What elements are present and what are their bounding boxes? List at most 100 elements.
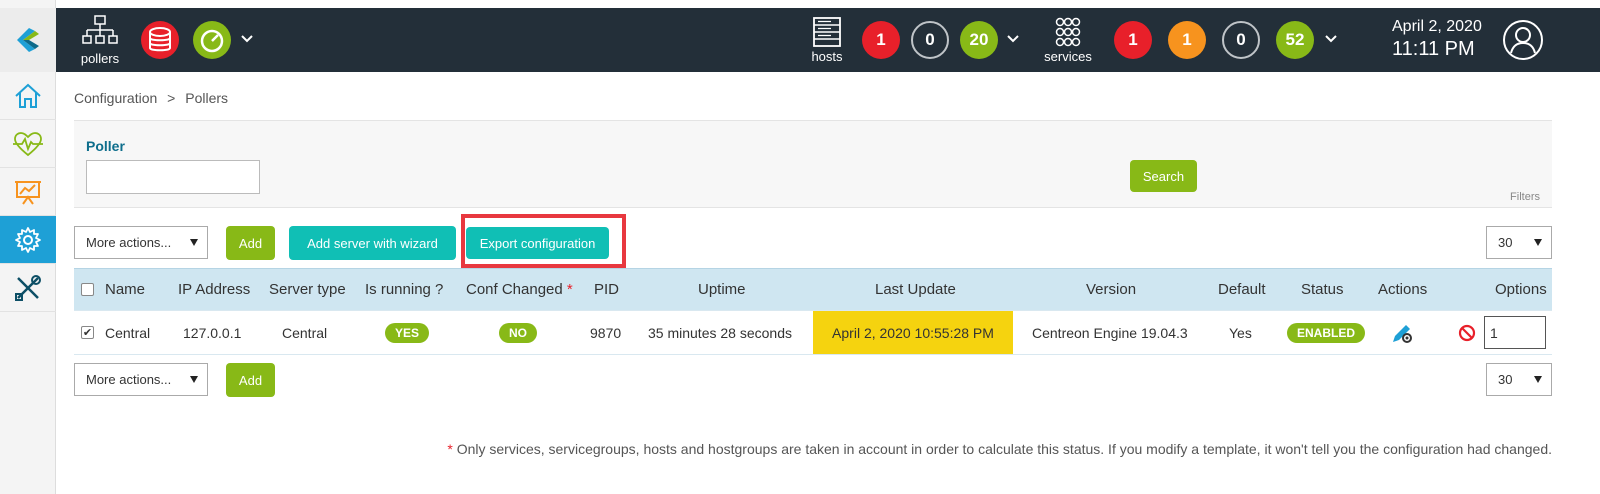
- hosts-chevron-down-icon[interactable]: [1006, 32, 1020, 46]
- hosts-unreachable-count[interactable]: 0: [911, 21, 949, 59]
- hosts-menu[interactable]: hosts: [807, 16, 847, 64]
- pollers-label: pollers: [80, 51, 120, 66]
- table-row[interactable]: ✔ Central 127.0.0.1 Central YES NO 9870 …: [74, 310, 1552, 355]
- breadcrumb-pollers[interactable]: Pollers: [185, 90, 228, 106]
- latency-status-icon[interactable]: [192, 20, 232, 65]
- gear-icon: [15, 226, 41, 253]
- duplicate-count-input[interactable]: 1: [1484, 316, 1546, 349]
- centreon-logo-icon: [17, 28, 39, 52]
- row-ip: 127.0.0.1: [183, 324, 242, 341]
- services-menu[interactable]: services: [1042, 16, 1094, 64]
- home-icon: [15, 83, 41, 108]
- header-uptime[interactable]: Uptime: [698, 269, 746, 310]
- header-pid[interactable]: PID: [594, 269, 619, 310]
- header-conf-changed[interactable]: Conf Changed *: [466, 269, 573, 310]
- header-is-running[interactable]: Is running ?: [365, 269, 443, 310]
- header-default[interactable]: Default: [1218, 269, 1266, 310]
- sidebar-item-monitoring[interactable]: [0, 120, 56, 168]
- pollers-table: Name IP Address Server type Is running ?…: [74, 268, 1552, 355]
- hosts-up-count[interactable]: 20: [960, 21, 998, 59]
- edit-poller-action[interactable]: [1390, 311, 1414, 354]
- add-server-wizard-button[interactable]: Add server with wizard: [289, 226, 456, 260]
- footnote-star: *: [447, 441, 453, 457]
- heartbeat-icon: [13, 131, 43, 156]
- services-label: services: [1044, 49, 1092, 64]
- breadcrumb-separator: >: [167, 90, 176, 106]
- row-default: Yes: [1229, 324, 1252, 341]
- row-options[interactable]: 1: [1484, 311, 1546, 354]
- conf-changed-badge: NO: [499, 322, 537, 343]
- footnote-text: Only services, servicegroups, hosts and …: [456, 441, 1552, 457]
- header-status[interactable]: Status: [1301, 269, 1344, 310]
- database-status-icon[interactable]: [140, 20, 180, 65]
- header-actions: Actions: [1378, 281, 1428, 298]
- header-options: Options: [1495, 281, 1547, 298]
- breadcrumb: Configuration > Pollers: [74, 90, 228, 106]
- sidebar-item-home[interactable]: [0, 72, 56, 120]
- row-status: ENABLED: [1287, 311, 1366, 354]
- table-header: Name IP Address Server type Is running ?…: [74, 268, 1552, 310]
- services-unknown-count[interactable]: 0: [1222, 21, 1260, 59]
- add-button-bottom[interactable]: Add: [226, 363, 275, 397]
- export-highlight-box: [461, 214, 626, 268]
- network-tree-icon: [82, 15, 118, 44]
- more-actions-select-bottom[interactable]: More actions...: [74, 363, 208, 396]
- row-uptime: 35 minutes 28 seconds: [648, 324, 792, 341]
- user-profile-button[interactable]: [1502, 19, 1544, 66]
- sidebar-item-administration[interactable]: [0, 264, 56, 312]
- services-warning-count[interactable]: 1: [1168, 21, 1206, 59]
- server-icon: [813, 17, 841, 47]
- disable-icon: [1458, 324, 1476, 341]
- dropdown-arrow-icon: [1534, 239, 1542, 246]
- poller-filter-label: Poller: [86, 138, 125, 154]
- disable-poller-action[interactable]: [1458, 311, 1476, 354]
- tools-icon: [15, 274, 41, 301]
- dropdown-arrow-icon: [190, 376, 198, 383]
- header-last-update[interactable]: Last Update: [875, 269, 956, 310]
- page-size-select-bottom[interactable]: 30: [1486, 363, 1552, 396]
- row-checkbox[interactable]: ✔: [81, 311, 94, 354]
- sidebar-item-reporting[interactable]: [0, 168, 56, 216]
- current-date: April 2, 2020: [1392, 18, 1482, 35]
- header-version[interactable]: Version: [1086, 269, 1136, 310]
- status-badge: ENABLED: [1287, 322, 1366, 343]
- hosts-down-count[interactable]: 1: [862, 21, 900, 59]
- dropdown-arrow-icon: [190, 239, 198, 246]
- row-server-type: Central: [282, 324, 328, 341]
- header-conf-changed-label: Conf Changed: [466, 281, 563, 298]
- add-button-top[interactable]: Add: [226, 226, 275, 260]
- page-size-value: 30: [1498, 235, 1513, 250]
- filters-toggle[interactable]: Filters: [1510, 191, 1540, 203]
- header-ip-address[interactable]: IP Address: [178, 269, 250, 310]
- left-sidebar: [0, 0, 56, 494]
- more-actions-label: More actions...: [86, 372, 172, 387]
- poller-search-input[interactable]: [86, 160, 260, 194]
- page-size-select-top[interactable]: 30: [1486, 226, 1552, 259]
- filter-panel: Poller Search Filters: [74, 120, 1552, 208]
- header-name[interactable]: Name: [105, 269, 145, 310]
- row-version: Centreon Engine 19.04.3: [1032, 324, 1188, 341]
- running-badge: YES: [385, 322, 430, 343]
- services-ok-count[interactable]: 52: [1276, 21, 1314, 59]
- centreon-logo[interactable]: [0, 8, 56, 72]
- more-actions-select-top[interactable]: More actions...: [74, 226, 208, 259]
- more-actions-label: More actions...: [86, 235, 172, 250]
- clock: April 2, 2020 11:11 PM: [1392, 18, 1482, 61]
- row-pid: 9870: [590, 324, 622, 341]
- current-time: 11:11 PM: [1392, 38, 1475, 60]
- select-all-checkbox[interactable]: [81, 269, 94, 310]
- top-bar: pollers hosts 1 0 20 services 1 1 0 52 A…: [56, 8, 1600, 72]
- breadcrumb-configuration[interactable]: Configuration: [74, 90, 157, 106]
- pollers-chevron-down-icon[interactable]: [240, 32, 254, 46]
- search-button[interactable]: Search: [1130, 160, 1197, 192]
- pollers-menu[interactable]: pollers: [78, 14, 122, 66]
- services-chevron-down-icon[interactable]: [1324, 32, 1338, 46]
- header-server-type[interactable]: Server type: [269, 269, 346, 310]
- page-size-value: 30: [1498, 372, 1513, 387]
- services-critical-count[interactable]: 1: [1114, 21, 1152, 59]
- row-last-update: April 2, 2020 10:55:28 PM: [813, 311, 1013, 354]
- user-avatar-icon: [1503, 20, 1543, 60]
- sidebar-item-configuration[interactable]: [0, 216, 56, 264]
- dropdown-arrow-icon: [1534, 376, 1542, 383]
- row-name[interactable]: Central: [105, 311, 150, 354]
